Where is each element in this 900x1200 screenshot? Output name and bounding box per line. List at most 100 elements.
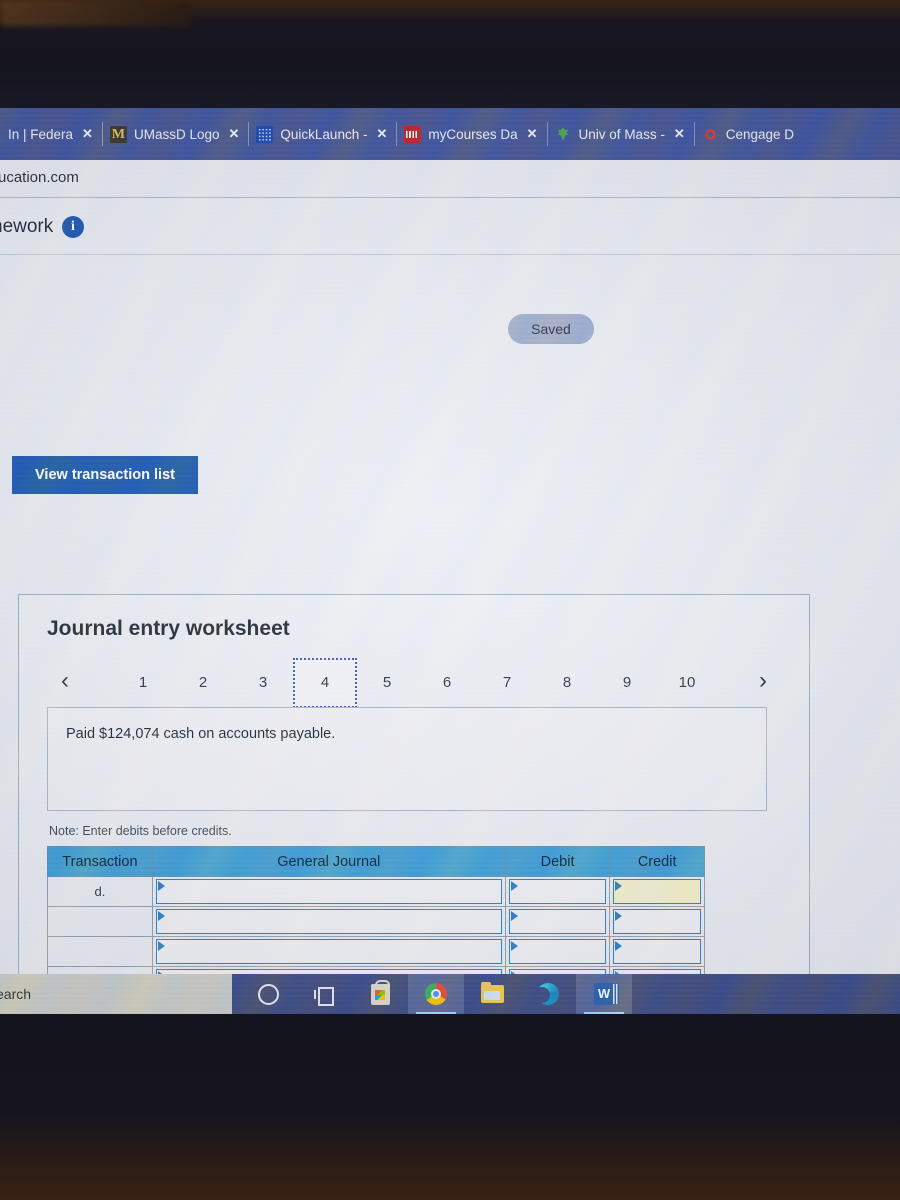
- table-row: d.: [47, 876, 705, 907]
- credit-input[interactable]: [613, 909, 701, 934]
- browser-tab-label: Cengage D: [725, 126, 795, 142]
- browser-tabs: In | Federa ✕ UMassD Logo ✕ QuickLaunch …: [0, 108, 900, 160]
- address-bar[interactable]: ucation.com: [0, 160, 900, 198]
- browser-tab-label: In | Federa: [8, 126, 74, 142]
- windows-taskbar: earch: [0, 974, 900, 1014]
- header-divider: [0, 254, 900, 255]
- cell-debit[interactable]: [504, 936, 611, 967]
- page-title: nework: [0, 216, 54, 237]
- close-icon[interactable]: ✕: [674, 126, 685, 142]
- taskbar-button-cortana[interactable]: [240, 974, 296, 1014]
- pagination-next-icon[interactable]: ›: [759, 667, 767, 695]
- quicklaunch-grid-icon: [256, 125, 274, 143]
- monitor-bezel-bottom: [0, 1012, 900, 1200]
- browser-tab-label: Univ of Mass -: [578, 126, 665, 142]
- browser-tab-label: UMassD Logo: [133, 126, 220, 142]
- pagination-page-5[interactable]: 5: [357, 660, 417, 706]
- pagination-page-8[interactable]: 8: [537, 660, 597, 706]
- taskbar-search-box[interactable]: earch: [0, 974, 232, 1014]
- screen-content: In | Federa ✕ UMassD Logo ✕ QuickLaunch …: [0, 108, 900, 1014]
- taskbar-search-placeholder: earch: [0, 986, 32, 1002]
- monitor-bezel-top: [0, 0, 900, 108]
- cell-debit[interactable]: [504, 906, 611, 937]
- pagination-prev-icon[interactable]: ‹: [61, 667, 69, 695]
- debits-before-credits-note: Note: Enter debits before credits.: [49, 824, 232, 838]
- cell-credit[interactable]: [609, 906, 705, 937]
- close-icon[interactable]: ✕: [229, 126, 240, 142]
- account-select[interactable]: [155, 909, 502, 934]
- photo-of-screen: In | Federa ✕ UMassD Logo ✕ QuickLaunch …: [0, 0, 900, 1200]
- pagination-page-9[interactable]: 9: [597, 660, 657, 706]
- pagination-page-2[interactable]: 2: [173, 660, 233, 706]
- table-row: [47, 906, 705, 937]
- taskbar-button-chrome[interactable]: [408, 974, 464, 1014]
- browser-tab-quicklaunch[interactable]: QuickLaunch - ✕: [248, 108, 396, 160]
- cell-debit[interactable]: [504, 876, 611, 907]
- journal-entry-worksheet-panel: Journal entry worksheet ‹ 1 2 3 4 5 6 7 …: [18, 594, 810, 1014]
- column-header-debit: Debit: [504, 846, 611, 877]
- browser-tab-mycourses[interactable]: myCourses Da ✕: [396, 108, 546, 160]
- cell-credit[interactable]: [609, 936, 705, 967]
- task-view-icon: [314, 986, 334, 1006]
- taskbar-button-microsoft-word[interactable]: [576, 974, 632, 1014]
- cell-general-journal[interactable]: [151, 906, 506, 937]
- debit-input[interactable]: [508, 939, 607, 964]
- taskbar-button-task-view[interactable]: [296, 974, 352, 1014]
- chrome-icon: [425, 983, 447, 1005]
- taskbar-icons: [240, 974, 632, 1014]
- page-body: nework i Journal entry worksheet ‹ 1 2 3…: [0, 198, 900, 1014]
- cortana-icon: [257, 983, 279, 1005]
- file-explorer-icon: [480, 982, 504, 1003]
- pagination-page-7[interactable]: 7: [477, 660, 537, 706]
- credit-input[interactable]: [613, 939, 701, 964]
- pagination-page-3[interactable]: 3: [233, 660, 293, 706]
- taskbar-button-microsoft-edge[interactable]: [520, 974, 576, 1014]
- browser-tab-umassd[interactable]: UMassD Logo ✕: [101, 108, 248, 160]
- microsoft-store-icon: [370, 979, 390, 1005]
- account-select[interactable]: [155, 879, 502, 904]
- browser-tab-federal[interactable]: In | Federa ✕: [0, 108, 102, 160]
- table-header-row: Transaction General Journal Debit Credit: [47, 846, 705, 877]
- leaf-icon: [555, 126, 572, 143]
- cell-general-journal[interactable]: [151, 936, 506, 967]
- browser-tab-cengage[interactable]: Cengage D: [693, 108, 803, 160]
- close-icon[interactable]: ✕: [82, 126, 93, 142]
- taskbar-button-file-explorer[interactable]: [464, 974, 520, 1014]
- browser-tab-label: QuickLaunch -: [280, 126, 368, 142]
- pagination-page-4-selected[interactable]: 4: [293, 658, 357, 708]
- credit-input[interactable]: [613, 879, 701, 904]
- pagination-page-6[interactable]: 6: [417, 660, 477, 706]
- debit-input[interactable]: [508, 879, 607, 904]
- mycourses-icon: [404, 125, 422, 143]
- pagination-numbers: 1 2 3 4 5 6 7 8 9 10: [113, 658, 753, 708]
- microsoft-word-icon: [593, 983, 619, 1005]
- status-badge-saved: Saved: [508, 314, 594, 344]
- table-row: [47, 936, 705, 967]
- cengage-icon: [702, 126, 719, 143]
- info-icon[interactable]: i: [62, 216, 84, 238]
- cell-transaction: d.: [47, 876, 153, 907]
- worksheet-pagination: ‹ 1 2 3 4 5 6 7 8 9 10 ›: [39, 658, 789, 708]
- worksheet-title: Journal entry worksheet: [47, 617, 290, 640]
- column-header-transaction: Transaction: [47, 846, 153, 877]
- close-icon[interactable]: ✕: [376, 126, 387, 142]
- view-transaction-list-button[interactable]: View transaction list: [12, 456, 198, 494]
- address-bar-url[interactable]: ucation.com: [0, 169, 79, 186]
- cell-transaction: [47, 936, 153, 967]
- account-select[interactable]: [155, 939, 502, 964]
- browser-tab-univ-of-mass[interactable]: Univ of Mass - ✕: [546, 108, 694, 160]
- browser-tab-label: myCourses Da: [428, 126, 518, 142]
- transaction-description-box: Paid $124,074 cash on accounts payable.: [47, 707, 767, 811]
- debit-input[interactable]: [508, 909, 607, 934]
- cell-credit[interactable]: [609, 876, 705, 907]
- column-header-credit: Credit: [609, 846, 705, 877]
- pagination-page-10[interactable]: 10: [657, 660, 717, 706]
- taskbar-button-microsoft-store[interactable]: [352, 974, 408, 1014]
- microsoft-edge-icon: [534, 983, 559, 1005]
- browser-tab-strip: In | Federa ✕ UMassD Logo ✕ QuickLaunch …: [0, 108, 900, 160]
- column-header-general-journal: General Journal: [151, 846, 506, 877]
- pagination-page-1[interactable]: 1: [113, 660, 173, 706]
- cell-general-journal[interactable]: [151, 876, 506, 907]
- close-icon[interactable]: ✕: [527, 126, 538, 142]
- cell-transaction: [47, 906, 153, 937]
